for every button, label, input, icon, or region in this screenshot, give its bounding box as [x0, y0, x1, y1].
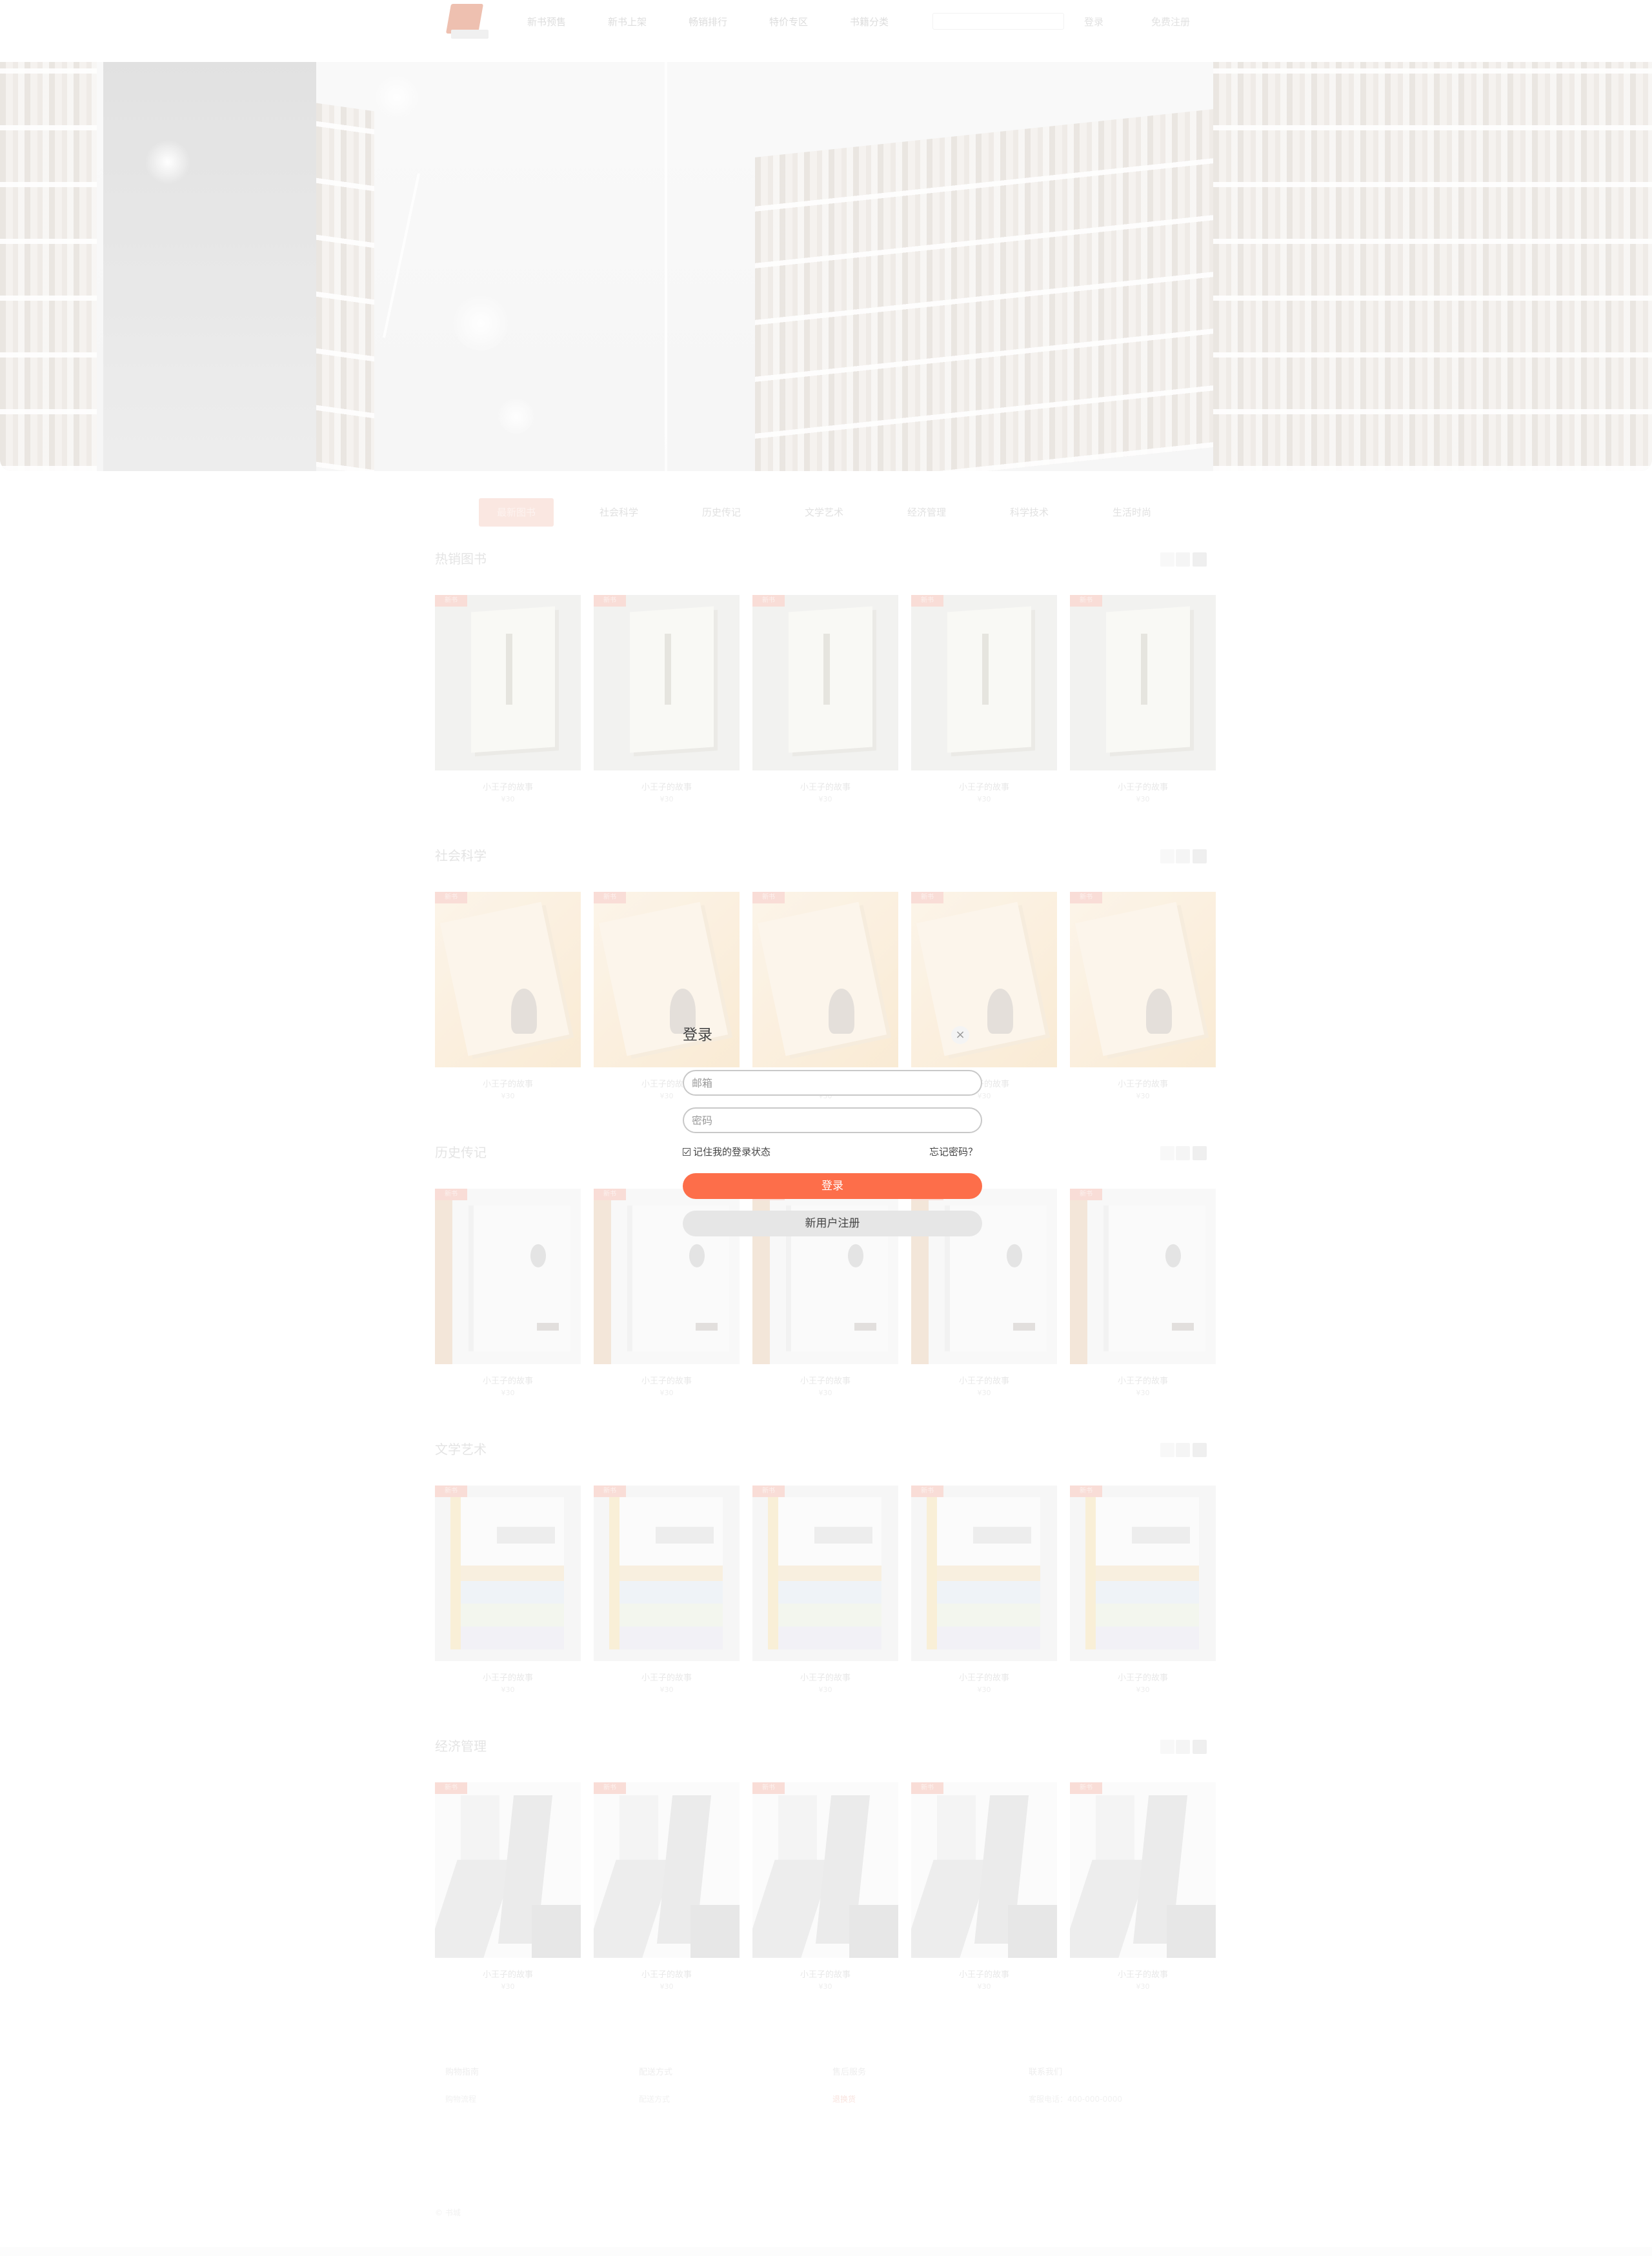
password-field[interactable] [683, 1107, 982, 1133]
forgot-password-link[interactable]: 忘记密码？ [929, 1145, 978, 1159]
login-button[interactable]: 登录 [683, 1173, 982, 1199]
page: 新书预售 新书上架 畅销排行 特价专区 书籍分类 登录 免费注册 最新图书 社会… [0, 0, 1652, 2256]
remember-me[interactable]: 记住我的登录状态 [683, 1145, 771, 1159]
remember-label: 记住我的登录状态 [693, 1146, 771, 1158]
login-modal: 登录 × 记住我的登录状态 忘记密码？ 登录 新用户注册 [665, 1017, 987, 1247]
close-icon[interactable]: × [951, 1026, 969, 1044]
register-button[interactable]: 新用户注册 [683, 1211, 982, 1236]
remember-checkbox[interactable] [683, 1148, 690, 1156]
email-field[interactable] [683, 1070, 982, 1096]
modal-title: 登录 [683, 1027, 712, 1043]
